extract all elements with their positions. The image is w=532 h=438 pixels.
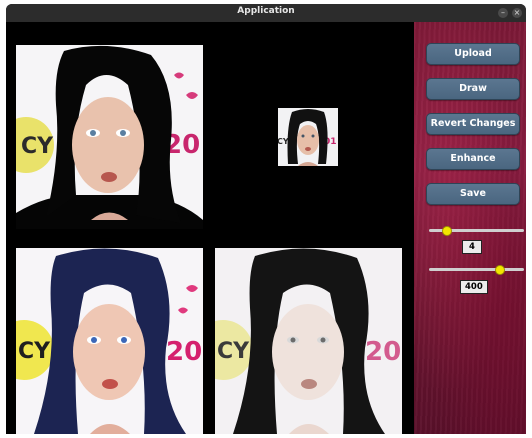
slider-2-thumb[interactable]	[495, 265, 506, 275]
grayscale-portrait-graphic: CY 201	[215, 248, 402, 434]
background-letters-graphic: CY	[21, 134, 54, 159]
slider-2-value: 400	[460, 280, 488, 294]
upload-button[interactable]: Upload	[426, 43, 520, 65]
enhanced-portrait-graphic: CY 201	[16, 248, 203, 434]
slider-1-thumb[interactable]	[442, 226, 453, 236]
draw-button[interactable]: Draw	[426, 78, 520, 100]
revert-changes-button[interactable]: Revert Changes	[426, 113, 520, 135]
window-title: Application	[237, 6, 295, 16]
thumbnail-background-letters: CY	[278, 137, 289, 146]
enhanced-gray-image: CY 201	[215, 248, 402, 434]
slider-1[interactable]	[429, 226, 524, 236]
gray-background-letters: CY	[217, 339, 250, 364]
enhanced-background-letters: CY	[18, 339, 51, 364]
slider-2[interactable]	[429, 265, 524, 275]
thumbnail-portrait-graphic: CY 01	[278, 108, 338, 166]
segmented-portrait-graphic: CY 201	[16, 45, 203, 229]
slider-1-value: 4	[462, 240, 482, 254]
app-window: Application – × CY 201	[6, 4, 526, 434]
control-sidebar: Upload Draw Revert Changes Enhance Save …	[414, 22, 526, 434]
enhance-button[interactable]: Enhance	[426, 148, 520, 170]
minimize-icon[interactable]: –	[498, 8, 508, 18]
original-thumbnail: CY 01	[278, 108, 338, 166]
save-button[interactable]: Save	[426, 183, 520, 205]
enhanced-background-numbers: 201	[166, 337, 203, 367]
title-bar: Application – ×	[6, 4, 526, 22]
segmented-image: CY 201	[16, 45, 203, 229]
gray-background-numbers: 201	[365, 337, 402, 367]
enhanced-color-image: CY 201	[16, 248, 203, 434]
close-icon[interactable]: ×	[512, 8, 522, 18]
